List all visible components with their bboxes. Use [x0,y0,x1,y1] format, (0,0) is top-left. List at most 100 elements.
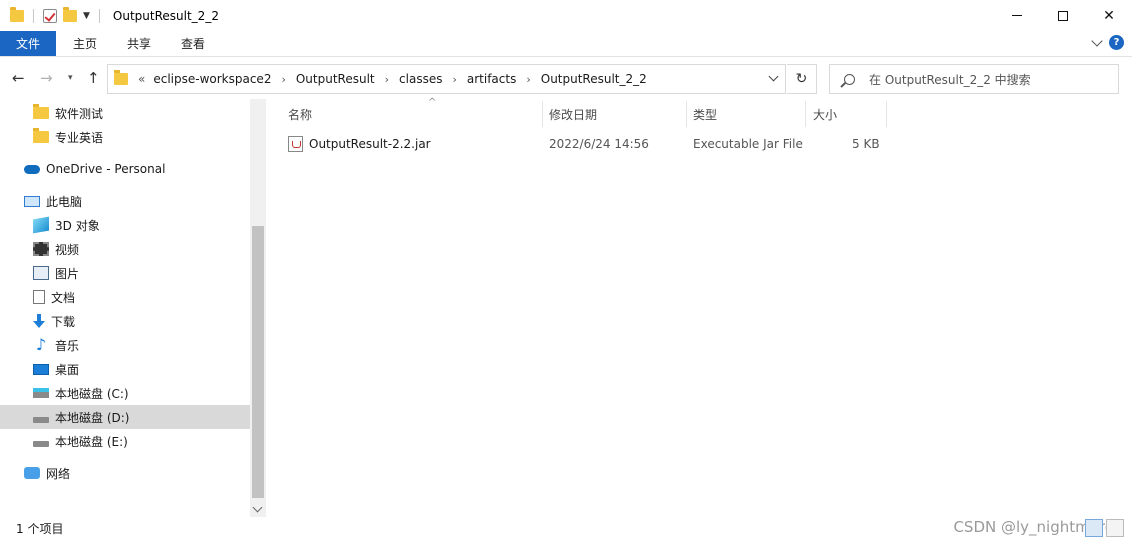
tab-file[interactable]: 文件 [0,31,57,56]
nav-item-label: 下载 [51,314,76,329]
nav-item-documents[interactable]: 文档 [0,285,250,309]
music-icon: ♪ [35,335,47,354]
file-size: 5 KB [852,137,880,151]
nav-item-drive-c[interactable]: 本地磁盘 (C:) [0,381,250,405]
close-button[interactable]: ✕ [1086,0,1132,31]
up-button[interactable]: ↑ [87,69,100,87]
sort-ascending-icon: ^ [428,97,437,108]
quick-access-toolbar: ▼ [0,0,103,31]
back-button[interactable]: ← [12,69,25,87]
nav-item-this-pc[interactable]: 此电脑 [0,189,250,213]
expand-ribbon-chevron-icon[interactable] [1091,34,1103,47]
file-name: OutputResult-2.2.jar [309,137,431,151]
search-icon [844,73,855,85]
nav-item-music[interactable]: ♪ 音乐 [0,333,250,357]
breadcrumb-item[interactable]: artifacts [467,72,516,86]
customize-toolbar-dropdown[interactable]: ▼ [83,11,90,21]
breadcrumb-item[interactable]: OutputResult [296,72,375,86]
desktop-icon [33,363,49,375]
breadcrumb-item[interactable]: classes [399,72,442,86]
breadcrumb-item[interactable]: OutputResult_2_2 [541,72,647,86]
recent-locations-dropdown[interactable]: ▾ [68,73,73,83]
nav-item-videos[interactable]: 视频 [0,237,250,261]
drive-icon [33,441,49,447]
minimize-button[interactable] [994,0,1040,31]
column-header-modified[interactable]: 修改日期 [549,99,685,129]
column-header-size[interactable]: 大小 [813,99,885,129]
large-icons-view-icon[interactable] [1106,519,1124,537]
help-icon[interactable]: ? [1109,35,1124,50]
refresh-button[interactable]: ↻ [787,64,817,94]
nav-item-drive-e[interactable]: 本地磁盘 (E:) [0,429,250,453]
item-count: 1 个项目 [16,522,64,536]
minimize-icon [1012,15,1022,16]
nav-item-label: 音乐 [55,338,80,353]
details-view-icon[interactable] [1085,519,1103,537]
nav-item-desktop[interactable]: 桌面 [0,357,250,381]
breadcrumb-separator[interactable]: › [385,73,389,86]
folder-icon [33,128,49,143]
scrollbar-thumb[interactable] [252,226,264,498]
nav-item-english[interactable]: 专业英语 [0,125,250,149]
nav-item-label: 本地磁盘 (C:) [55,386,129,401]
nav-item-network[interactable]: 网络 [0,461,250,485]
title-bar: ▼ OutputResult_2_2 ✕ [0,0,1132,31]
drive-icon [33,417,49,423]
nav-item-label: 图片 [55,266,80,281]
toolbar-divider [33,8,34,23]
videos-icon [33,242,49,256]
column-divider[interactable] [686,101,687,127]
nav-scrollbar[interactable] [250,99,266,517]
nav-item-3d-objects[interactable]: 3D 对象 [0,213,250,237]
jar-file-icon [288,136,303,152]
scroll-down-chevron-icon[interactable] [252,502,263,513]
file-row[interactable]: OutputResult-2.2.jar 2022/6/24 14:56 Exe… [288,133,888,155]
nav-item-downloads[interactable]: 下载 [0,309,250,333]
status-bar: 1 个项目 CSDN @ly_nightmare [0,517,1132,540]
new-folder-icon[interactable] [63,6,77,22]
nav-item-onedrive[interactable]: OneDrive - Personal [0,157,250,181]
breadcrumb-separator[interactable]: › [526,73,530,86]
folder-icon [10,6,24,22]
tab-home[interactable]: 主页 [58,31,112,56]
folder-icon [114,70,128,85]
search-input[interactable]: 在 OutputResult_2_2 中搜索 [829,64,1119,94]
column-header-name[interactable]: 名称 ^ [288,97,542,129]
tab-view[interactable]: 查看 [166,31,220,56]
nav-item-drive-d[interactable]: 本地磁盘 (D:) [0,405,250,429]
breadcrumb: « eclipse-workspace2 › OutputResult › cl… [138,72,647,86]
address-history-chevron-icon[interactable] [768,71,779,82]
network-icon [24,467,40,479]
nav-item-label: 网络 [46,466,71,481]
tab-share[interactable]: 共享 [112,31,166,56]
breadcrumb-overflow[interactable]: « [138,72,145,86]
maximize-icon [1058,10,1068,21]
column-header-label: 类型 [693,107,718,122]
navigation-bar: ← → ▾ ↑ « eclipse-workspace2 › OutputRes… [0,57,1132,99]
column-header-label: 名称 [288,107,313,122]
maximize-button[interactable] [1040,0,1086,31]
address-bar[interactable]: « eclipse-workspace2 › OutputResult › cl… [107,64,786,94]
file-explorer-window: ▼ OutputResult_2_2 ✕ 文件 主页 共享 查看 ? ← → ▾… [0,0,1132,540]
properties-icon[interactable] [43,8,57,23]
column-divider[interactable] [886,101,887,127]
nav-item-label: 本地磁盘 (D:) [55,410,130,425]
nav-item-software-testing[interactable]: 软件测试 [0,101,250,125]
column-divider[interactable] [805,101,806,127]
column-divider[interactable] [542,101,543,127]
drive-c-icon [33,388,49,398]
nav-item-label: 桌面 [55,362,80,377]
view-buttons [1085,519,1124,537]
documents-icon [33,290,45,304]
nav-item-label: 此电脑 [46,194,83,209]
column-header-type[interactable]: 类型 [693,99,805,129]
nav-item-pictures[interactable]: 图片 [0,261,250,285]
file-modified: 2022/6/24 14:56 [549,137,649,151]
breadcrumb-separator[interactable]: › [281,73,285,86]
breadcrumb-item[interactable]: eclipse-workspace2 [153,72,271,86]
nav-item-label: 专业英语 [55,130,104,145]
breadcrumb-separator[interactable]: › [452,73,456,86]
forward-button[interactable]: → [40,69,53,87]
navigation-pane: 软件测试 专业英语 OneDrive - Personal 此电脑 3D 对象 … [0,99,266,517]
nav-item-label: OneDrive - Personal [46,162,166,176]
